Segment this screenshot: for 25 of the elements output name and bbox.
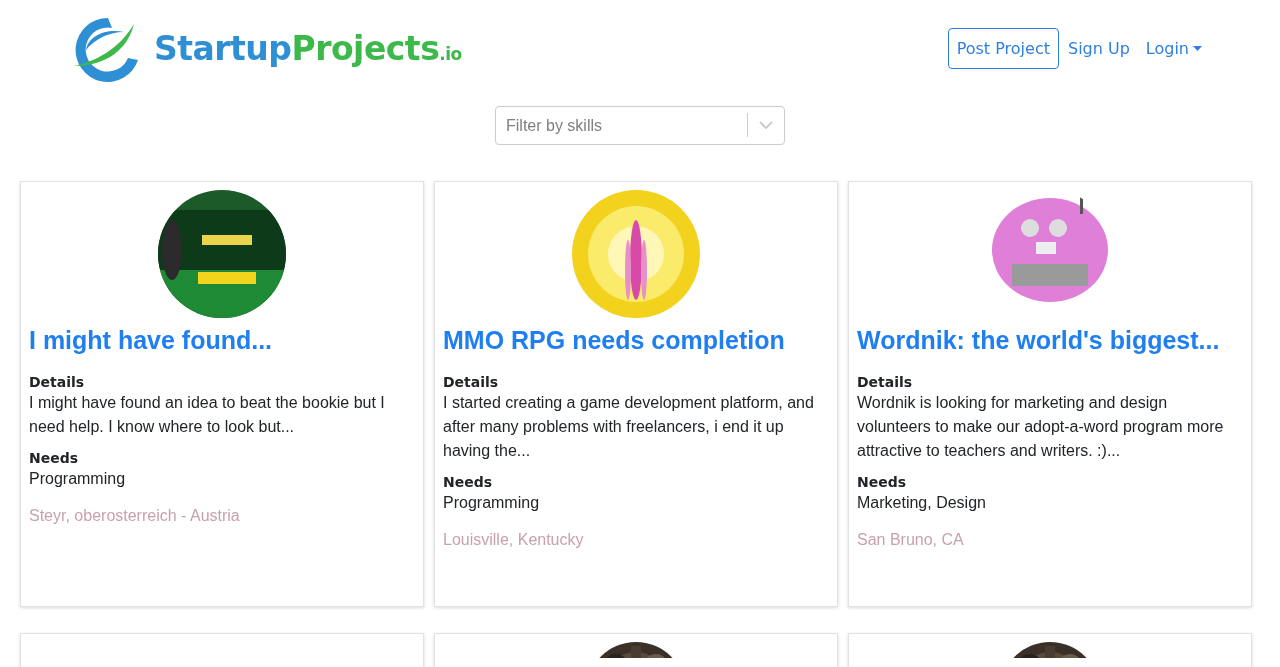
project-needs: Programming	[29, 469, 127, 489]
project-details: Wordnik is looking for marketing and design volunteers to make our adopt-a-word program more attractive to teachers and writers. :)...	[857, 393, 1225, 461]
details-label: Details	[857, 373, 914, 391]
chevron-down-icon[interactable]	[759, 121, 773, 129]
post-project-button[interactable]: Post Project	[947, 28, 1059, 69]
needs-label: Needs	[443, 473, 494, 491]
project-location: Steyr, oberosterreich - Austria	[29, 507, 241, 525]
needs-label: Needs	[857, 473, 908, 491]
project-location: Louisville, Kentucky	[443, 531, 585, 549]
project-title[interactable]: Wordnik: the world's biggest...	[857, 326, 1243, 355]
caret-icon	[1193, 46, 1202, 51]
skills-filter-field[interactable]: Filter by skills	[495, 106, 785, 145]
details-label: Details	[443, 373, 500, 391]
nav-link[interactable]: Sign Up	[1067, 29, 1130, 68]
project-title[interactable]: MMO RPG needs completion	[443, 326, 829, 355]
project-needs: Marketing, Design	[857, 493, 987, 513]
project-details: I started creating a game development platform, and after many problems with freelancers, i end it up having the...	[443, 393, 815, 461]
logo-text: StartupProjects.io	[154, 29, 462, 68]
project-title[interactable]: I might have found...	[29, 326, 415, 355]
project-location: San Bruno, CA	[857, 531, 965, 549]
project-details: I might have found an idea to beat the bookie but I need help. I know where to look but...	[29, 393, 386, 437]
needs-label: Needs	[29, 449, 80, 467]
project-needs: Programming	[443, 493, 541, 513]
login-dropdown[interactable]: Login	[1145, 29, 1202, 68]
details-label: Details	[29, 373, 86, 391]
